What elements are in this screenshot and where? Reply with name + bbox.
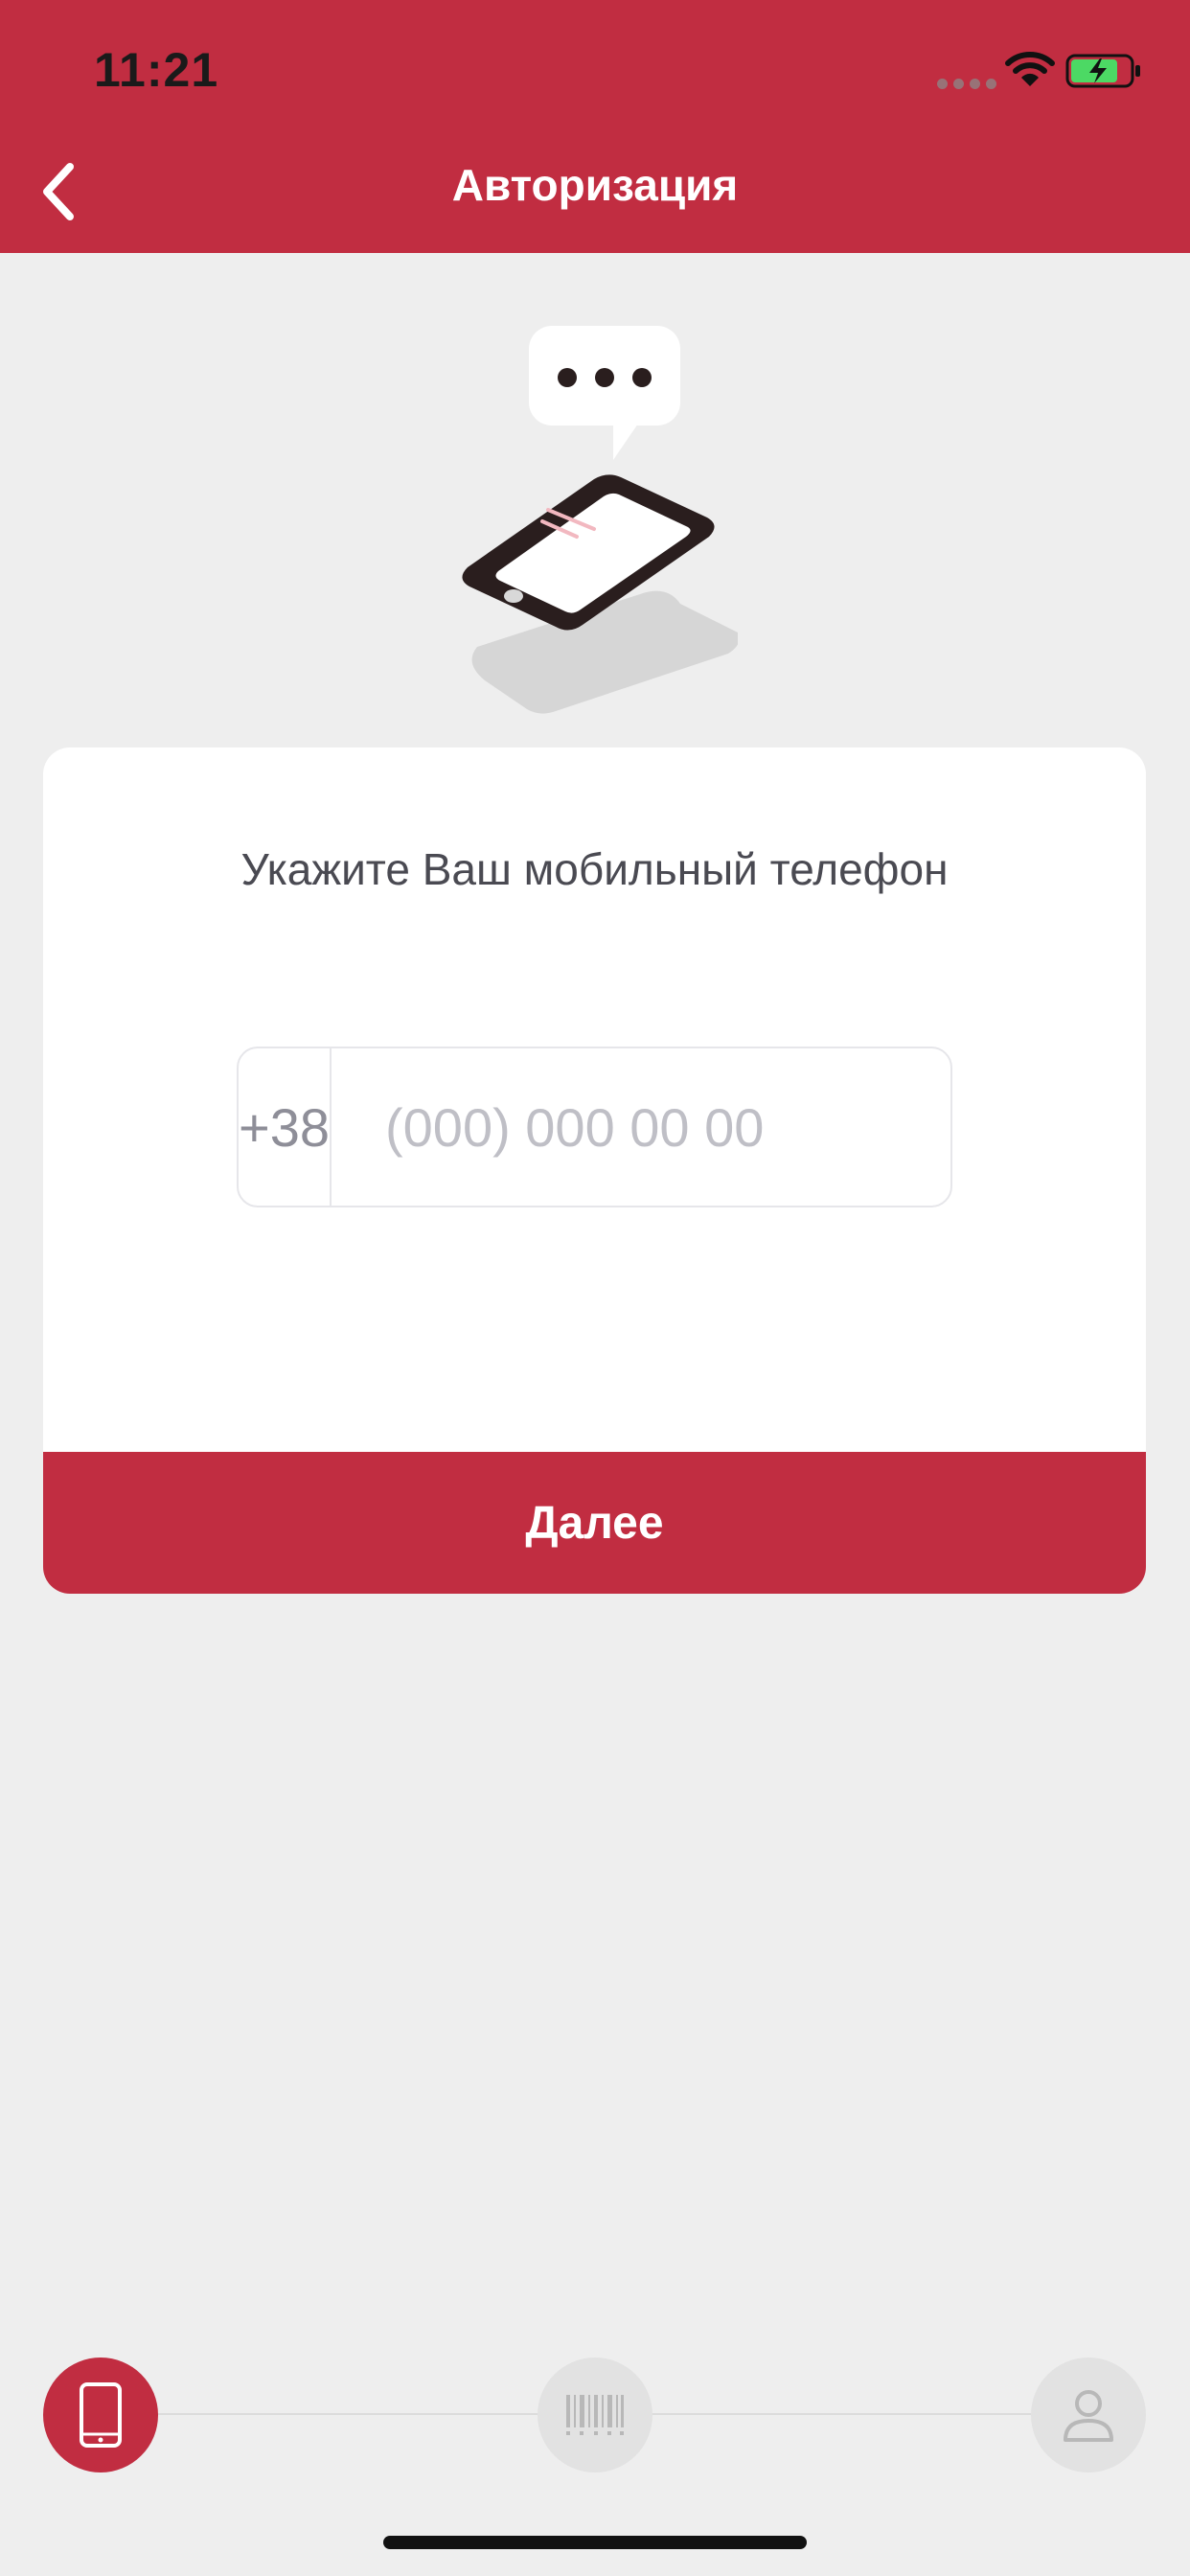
- status-time: 11:21: [94, 43, 219, 97]
- battery-charging-icon: [1065, 54, 1140, 88]
- mobile-phone-icon: [80, 2382, 122, 2448]
- wifi-icon: [1005, 52, 1055, 86]
- phone-message-illustration: [462, 326, 738, 714]
- country-code: +38: [239, 1048, 332, 1206]
- phone-prompt: Укажите Ваш мобильный телефон: [240, 844, 949, 894]
- auth-card: Укажите Ваш мобильный телефон +38 Далее: [43, 748, 1146, 1594]
- step-barcode: [538, 2358, 652, 2472]
- header-bar: 11:21 Авторизация: [0, 0, 1190, 253]
- page-title: Авторизация: [451, 160, 739, 210]
- barcode-icon: [566, 2395, 624, 2435]
- home-indicator[interactable]: [383, 2536, 807, 2549]
- next-button[interactable]: Далее: [43, 1452, 1146, 1594]
- step-phone: [43, 2358, 158, 2472]
- step-profile: [1031, 2358, 1146, 2472]
- cellular-signal-icon: [937, 77, 1002, 94]
- user-icon: [1064, 2390, 1113, 2442]
- phone-input[interactable]: [332, 1048, 1077, 1206]
- phone-field: +38: [237, 1046, 1077, 1208]
